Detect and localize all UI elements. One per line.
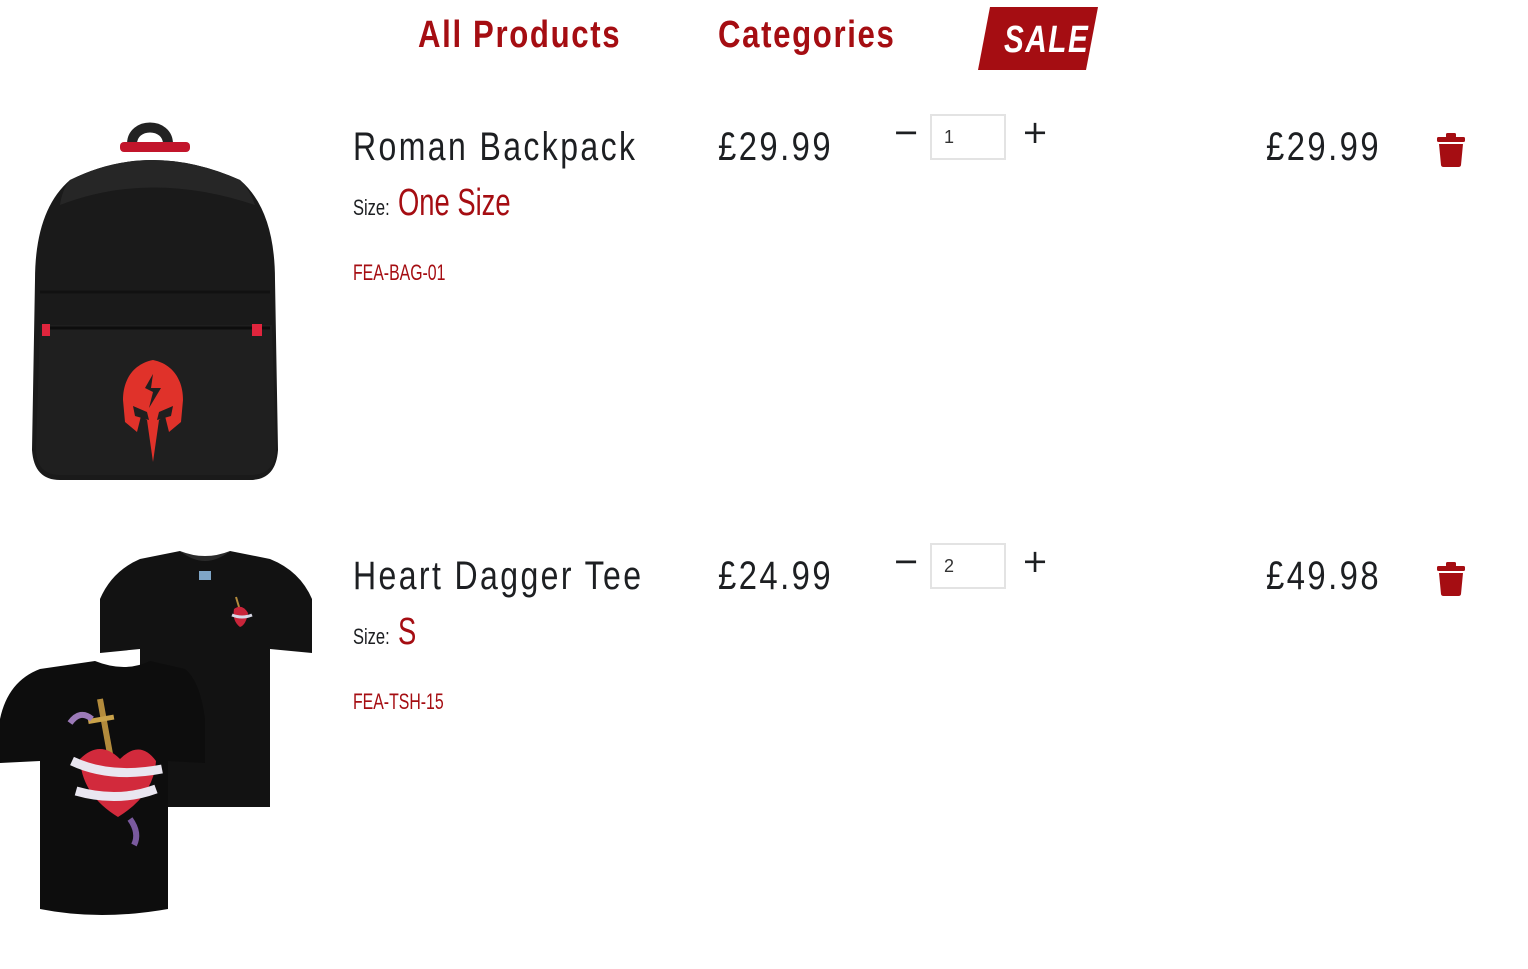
- top-navigation: All Products Categories SALE: [0, 0, 1528, 80]
- sale-label: SALE: [1004, 19, 1090, 61]
- quantity-input[interactable]: [930, 543, 1006, 589]
- increase-quantity-button[interactable]: +: [1017, 543, 1053, 579]
- nav-all-products[interactable]: All Products: [418, 14, 621, 57]
- increase-quantity-button[interactable]: +: [1017, 114, 1053, 150]
- tshirt-image: [0, 551, 312, 915]
- product-title[interactable]: Heart Dagger Tee: [353, 554, 643, 599]
- product-title[interactable]: Roman Backpack: [353, 125, 637, 170]
- size-value: One Size: [398, 182, 511, 224]
- product-size: Size: S: [353, 611, 424, 654]
- product-sku: FEA-TSH-15: [353, 689, 444, 714]
- quantity-input[interactable]: [930, 114, 1006, 160]
- size-label: Size:: [353, 624, 390, 649]
- product-size: Size: One Size: [353, 182, 555, 225]
- cart-item: Heart Dagger Tee Size: S FEA-TSH-15 £24.…: [0, 543, 1528, 969]
- line-total: £49.98: [1266, 554, 1382, 598]
- size-label: Size:: [353, 195, 390, 220]
- decrease-quantity-button[interactable]: −: [888, 114, 924, 150]
- unit-price: £29.99: [718, 125, 834, 169]
- trash-icon[interactable]: [1436, 561, 1466, 597]
- nav-sale-badge[interactable]: SALE: [978, 7, 1098, 70]
- size-value: S: [398, 611, 417, 653]
- cart-item: Roman Backpack Size: One Size FEA-BAG-01…: [0, 114, 1528, 540]
- decrease-quantity-button[interactable]: −: [888, 543, 924, 579]
- trash-icon[interactable]: [1436, 132, 1466, 168]
- line-total: £29.99: [1266, 125, 1382, 169]
- nav-categories[interactable]: Categories: [718, 14, 895, 57]
- unit-price: £24.99: [718, 554, 834, 598]
- product-sku: FEA-BAG-01: [353, 260, 446, 285]
- backpack-image: [32, 122, 278, 480]
